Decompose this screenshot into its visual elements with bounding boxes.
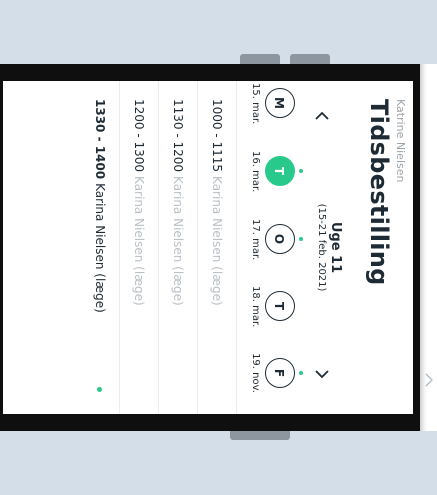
app-screen: Katrine Nielsen Tidsbestilling Uge 11 (1… [3, 81, 413, 414]
day-date: 19. nov. [250, 353, 261, 393]
time-slot-list: 1000 - 1115Karina Nielsen (læge) 1130 - 1… [81, 81, 237, 414]
owner-name: Katrine Nielsen [394, 99, 407, 183]
slot-time: 1330 - 1400 [93, 99, 107, 180]
time-slot[interactable]: 1000 - 1115 Karina Nielsen (læge) [198, 81, 237, 414]
slot-time: 1130 - 1200 [171, 99, 185, 173]
day-letter: M [265, 88, 295, 118]
volume-up-button [240, 54, 280, 64]
slot-doctor: Karina Nielsen (læge) [210, 176, 224, 306]
device-bottom-panel [0, 431, 437, 495]
selected-dot [97, 387, 102, 392]
day-0[interactable]: M 15. mar. [250, 83, 295, 125]
availability-dot [299, 237, 303, 241]
availability-dot [299, 169, 303, 173]
time-slot[interactable]: 1130 - 1200 Karina Nielsen (læge) [159, 81, 198, 414]
day-2[interactable]: O 17. mar. [250, 219, 303, 261]
day-letter: T [265, 291, 295, 321]
scroll-chevron-icon [422, 370, 436, 390]
power-button [230, 431, 290, 440]
time-slot[interactable]: 1200 - 1300 Karina Nielsen (læge) [120, 81, 159, 414]
day-date: 16. mar. [250, 151, 261, 193]
slot-time: 1000 - 1115 [210, 99, 224, 173]
chevron-right-icon [315, 370, 329, 379]
device-top-panel [0, 0, 437, 64]
slot-time: 1200 - 1300 [132, 99, 146, 173]
day-4[interactable]: F 19. nov. [250, 353, 303, 393]
day-letter: F [265, 358, 295, 388]
day-date: 15. mar. [250, 83, 261, 125]
day-letter: T [265, 156, 295, 186]
availability-dot [299, 371, 303, 375]
next-week-button[interactable] [311, 363, 333, 385]
time-slot[interactable]: 1330 - 1400 Karina Nielsen (læge) [81, 81, 120, 414]
day-3[interactable]: T 18. mar. [250, 286, 295, 328]
day-letter: O [265, 224, 295, 254]
day-date: 18. mar. [250, 286, 261, 328]
slot-doctor: Karina Nielsen (læge) [93, 183, 107, 313]
page-title: Tidsbestilling [365, 99, 393, 286]
volume-down-button [290, 54, 330, 64]
day-date: 17. mar. [250, 219, 261, 261]
day-1[interactable]: T 16. mar. [250, 151, 303, 193]
stage: Katrine Nielsen Tidsbestilling Uge 11 (1… [0, 0, 437, 495]
slot-doctor: Karina Nielsen (læge) [171, 176, 185, 306]
slot-doctor: Karina Nielsen (læge) [132, 176, 146, 306]
